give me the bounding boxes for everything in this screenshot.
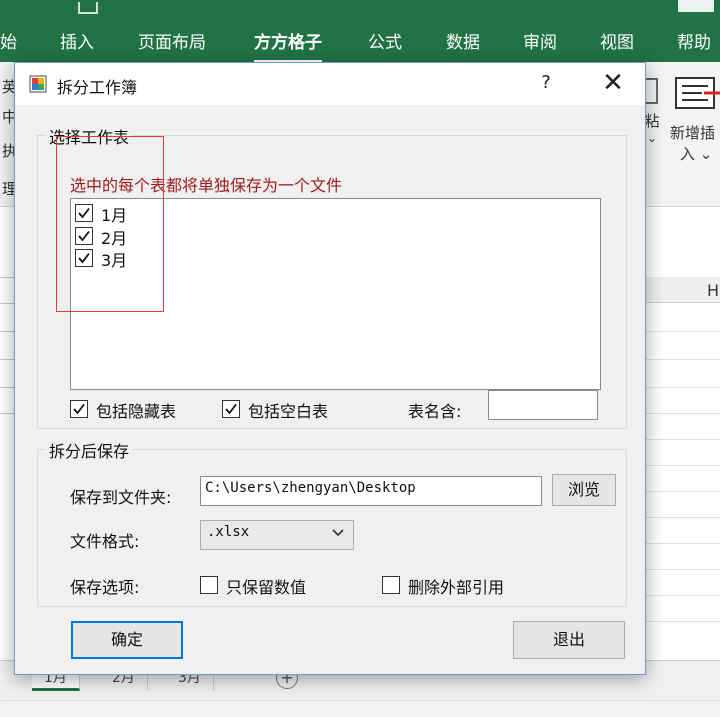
tab-fangfang[interactable]: 方方格子	[254, 28, 322, 63]
sheet-listbox[interactable]: 1月 2月 3月	[70, 198, 601, 390]
checkbox-sheet-3[interactable]	[75, 249, 93, 267]
status-bar	[0, 700, 720, 717]
grid-line	[644, 621, 720, 622]
tab-view[interactable]: 视图	[600, 28, 634, 53]
grid-line	[644, 331, 720, 332]
row-line	[0, 359, 14, 360]
grid-line	[644, 491, 720, 492]
close-button[interactable]: ✕	[599, 67, 627, 99]
grid-line	[644, 595, 720, 596]
tab-home[interactable]: 始	[0, 28, 17, 53]
insert-table-icon	[675, 77, 720, 109]
values-only-label: 只保留数值	[226, 578, 307, 597]
sheet-name: 1月	[101, 206, 128, 225]
save-group: 拆分后保存 保存到文件夹: C:\Users\zhengyan\Desktop …	[37, 438, 627, 607]
include-blank-label: 包括空白表	[248, 402, 329, 421]
checkmark-icon	[225, 403, 237, 415]
name-contains-input[interactable]	[488, 390, 598, 420]
grid-line	[644, 517, 720, 518]
dialog-title: 拆分工作簿	[57, 78, 138, 97]
row-line	[0, 413, 14, 414]
exit-button[interactable]: 退出	[513, 621, 625, 659]
new-insert-label: 新增插	[670, 124, 716, 142]
grid-line	[644, 359, 720, 360]
remove-external-label: 删除外部引用	[408, 578, 505, 597]
format-value: .xlsx	[207, 524, 250, 540]
save-group-label: 拆分后保存	[46, 438, 133, 462]
grid-line	[644, 465, 720, 466]
row-line	[0, 387, 14, 388]
sheet-name: 2月	[101, 229, 128, 248]
grid-line	[644, 569, 720, 570]
checkbox-sheet-1[interactable]	[75, 204, 93, 222]
excel-title-bar	[0, 0, 720, 16]
save-icon[interactable]	[78, 2, 98, 14]
new-insert-sub: 入 ⌄	[680, 145, 713, 163]
dialog-title-bar[interactable]: 拆分工作簿 ? ✕	[15, 63, 645, 105]
grid-line	[644, 543, 720, 544]
chevron-down-icon	[332, 529, 344, 537]
checkmark-icon	[78, 252, 90, 264]
app-icon	[29, 75, 47, 93]
grid-line	[644, 439, 720, 440]
remove-external-checkbox[interactable]	[382, 576, 400, 594]
include-hidden-label: 包括隐藏表	[96, 402, 177, 421]
format-label: 文件格式:	[70, 532, 140, 551]
tab-formulas[interactable]: 公式	[368, 28, 402, 53]
row-line	[0, 331, 14, 332]
folder-path-input[interactable]: C:\Users\zhengyan\Desktop	[200, 476, 542, 506]
column-header-h[interactable]: H	[640, 277, 720, 303]
select-sheets-group: 选择工作表 选中的每个表都将单独保存为一个文件 1月 2月 3月 包括隐藏表 包…	[37, 124, 627, 429]
help-button[interactable]: ?	[535, 69, 557, 97]
checkmark-icon	[78, 207, 90, 219]
row-line	[0, 303, 14, 304]
split-workbook-dialog: 拆分工作簿 ? ✕ 选择工作表 选中的每个表都将单独保存为一个文件 1月 2月	[14, 62, 646, 675]
include-hidden-checkbox[interactable]	[70, 400, 88, 418]
tab-data[interactable]: 数据	[446, 28, 480, 53]
grid-line	[644, 413, 720, 414]
tab-page-layout[interactable]: 页面布局	[138, 28, 206, 53]
browse-button[interactable]: 浏览	[552, 474, 616, 506]
tab-review[interactable]: 审阅	[523, 28, 557, 53]
tab-help[interactable]: 帮助	[677, 28, 711, 53]
values-only-checkbox[interactable]	[200, 576, 218, 594]
new-insert-button[interactable]: 新增插 入 ⌄	[670, 76, 720, 164]
ok-button[interactable]: 确定	[71, 621, 183, 659]
name-contains-label: 表名含:	[408, 402, 462, 421]
folder-label: 保存到文件夹:	[70, 488, 172, 507]
grid-line	[644, 387, 720, 388]
format-select[interactable]: .xlsx	[200, 520, 354, 550]
tab-insert[interactable]: 插入	[60, 28, 94, 53]
save-options-label: 保存选项:	[70, 578, 140, 597]
include-blank-checkbox[interactable]	[222, 400, 240, 418]
row-line	[0, 277, 14, 278]
sheet-name: 3月	[101, 251, 128, 270]
checkbox-sheet-2[interactable]	[75, 227, 93, 245]
ribbon-tab-bar: 始 插入 页面布局 方方格子 公式 数据 审阅 视图 帮助	[0, 16, 720, 63]
checkmark-icon	[78, 230, 90, 242]
window-control[interactable]	[678, 0, 714, 12]
hint-text: 选中的每个表都将单独保存为一个文件	[70, 176, 343, 195]
select-sheets-group-label: 选择工作表	[46, 124, 133, 148]
checkmark-icon	[73, 403, 85, 415]
